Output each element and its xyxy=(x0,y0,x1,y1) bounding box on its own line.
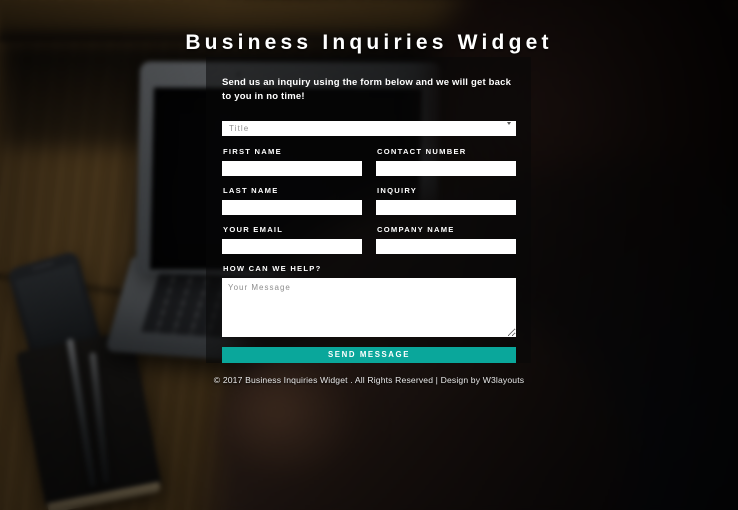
form-col-left-2: LAST NAME xyxy=(222,186,362,225)
company-name-input[interactable] xyxy=(376,238,516,254)
email-input[interactable] xyxy=(222,238,362,254)
contact-number-input[interactable] xyxy=(376,160,516,176)
company-name-label: COMPANY NAME xyxy=(377,224,455,234)
form-intro-text: Send us an inquiry using the form below … xyxy=(222,77,512,102)
inquiry-form-panel: Send us an inquiry using the form below … xyxy=(206,57,531,363)
page-root: Business Inquiries Widget Send us an inq… xyxy=(0,0,738,510)
message-label: HOW CAN WE HELP? xyxy=(223,263,322,273)
message-textarea[interactable] xyxy=(222,277,516,337)
form-row-2: LAST NAME INQUIRY xyxy=(222,186,516,225)
form-col-left-3: YOUR EMAIL xyxy=(222,225,362,264)
form-col-right-3: COMPANY NAME xyxy=(376,225,516,264)
footer-copyright: © 2017 Business Inquiries Widget . All R… xyxy=(213,375,525,385)
form-col-right-1: CONTACT NUMBER xyxy=(376,147,516,186)
title-select[interactable]: Title xyxy=(222,120,516,136)
your-email-label: YOUR EMAIL xyxy=(223,224,284,234)
form-row-1: FIRST NAME CONTACT NUMBER xyxy=(222,147,516,186)
inquiry-input[interactable] xyxy=(376,199,516,215)
send-message-button[interactable]: SEND MESSAGE xyxy=(222,346,516,363)
page-title: Business Inquiries Widget xyxy=(185,31,553,55)
page-content: Business Inquiries Widget Send us an inq… xyxy=(0,0,738,510)
form-col-left-1: FIRST NAME xyxy=(222,147,362,186)
first-name-label: FIRST NAME xyxy=(223,146,282,156)
contact-number-label: CONTACT NUMBER xyxy=(377,146,467,156)
inquiry-label: INQUIRY xyxy=(377,185,418,195)
form-col-right-2: INQUIRY xyxy=(376,186,516,225)
title-select-wrapper[interactable]: Title xyxy=(222,118,516,136)
first-name-input[interactable] xyxy=(222,160,362,176)
last-name-label: LAST NAME xyxy=(223,185,279,195)
form-row-3: YOUR EMAIL COMPANY NAME xyxy=(222,225,516,264)
last-name-input[interactable] xyxy=(222,199,362,215)
